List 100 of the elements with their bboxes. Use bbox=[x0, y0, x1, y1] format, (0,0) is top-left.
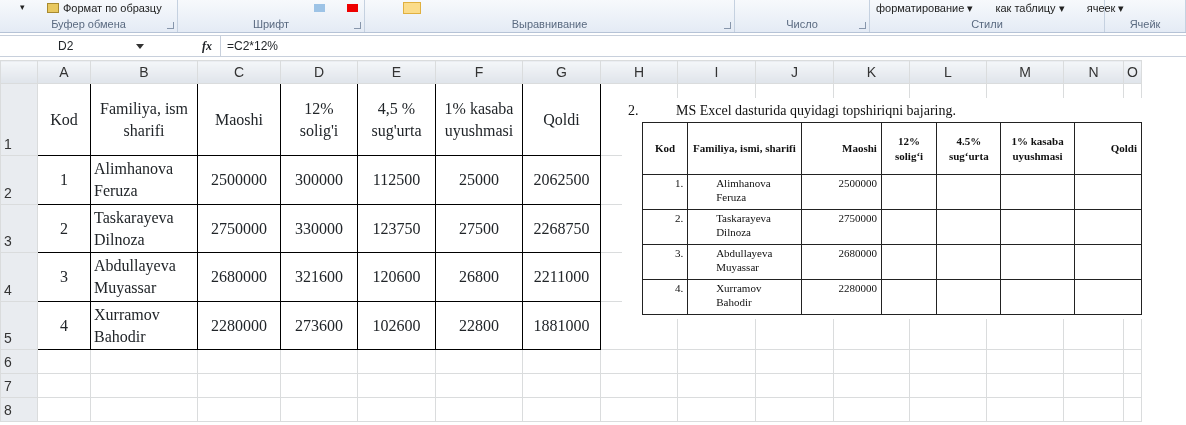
row-header[interactable]: 3 bbox=[0, 204, 38, 253]
table-cell: 2280000 bbox=[801, 279, 882, 315]
column-heading: Kod bbox=[37, 83, 91, 156]
column-header[interactable]: K bbox=[833, 60, 910, 84]
table-cell: 4 bbox=[37, 301, 91, 350]
column-heading: Familiya, ismi, sharifi bbox=[687, 122, 802, 175]
table-cell: 102600 bbox=[357, 301, 436, 350]
table-cell: 321600 bbox=[280, 252, 358, 302]
table-cell: 1 bbox=[37, 155, 91, 205]
column-header[interactable]: I bbox=[677, 60, 756, 84]
table-cell: 25000 bbox=[435, 155, 523, 205]
column-header[interactable]: C bbox=[197, 60, 281, 84]
table-cell: 330000 bbox=[280, 204, 358, 253]
column-header[interactable]: L bbox=[909, 60, 987, 84]
column-header[interactable]: H bbox=[600, 60, 678, 84]
table-cell: 123750 bbox=[357, 204, 436, 253]
column-header[interactable]: M bbox=[986, 60, 1064, 84]
table-cell: 2500000 bbox=[801, 174, 882, 210]
table-cell: Xurramov Bahodir bbox=[687, 279, 802, 315]
table-cell: 3. bbox=[642, 244, 688, 280]
column-header[interactable]: D bbox=[280, 60, 358, 84]
column-header[interactable]: E bbox=[357, 60, 436, 84]
group-label: Буфер обмена bbox=[51, 18, 126, 30]
table-cell: 300000 bbox=[280, 155, 358, 205]
group-label: Число bbox=[786, 18, 818, 30]
row-header[interactable]: 6 bbox=[0, 349, 38, 374]
table-cell: 2. bbox=[642, 209, 688, 245]
table-cell: Taskarayeva Dilnoza bbox=[90, 204, 198, 253]
column-heading: 4.5% sug‘urta bbox=[936, 122, 1001, 175]
column-header[interactable]: J bbox=[755, 60, 834, 84]
table-cell: Alimhanova Feruza bbox=[687, 174, 802, 210]
table-cell: 2268750 bbox=[522, 204, 601, 253]
table-cell: 273600 bbox=[280, 301, 358, 350]
group-label: Стили bbox=[971, 18, 1003, 30]
column-heading: Qoldi bbox=[522, 83, 601, 156]
table-cell: 2 bbox=[37, 204, 91, 253]
table-cell: 1881000 bbox=[522, 301, 601, 350]
dialog-launcher-icon[interactable] bbox=[859, 22, 866, 29]
row-header[interactable]: 4 bbox=[0, 252, 38, 302]
column-heading: 1% kasaba uyushmasi bbox=[435, 83, 523, 156]
table-cell: Taskarayeva Dilnoza bbox=[687, 209, 802, 245]
column-heading: Maoshi bbox=[801, 122, 882, 175]
table-cell: 2062500 bbox=[522, 155, 601, 205]
table-cell: 2680000 bbox=[197, 252, 281, 302]
column-heading: Maoshi bbox=[197, 83, 281, 156]
table-cell: 26800 bbox=[435, 252, 523, 302]
group-label: Выравнивание bbox=[511, 18, 588, 30]
ribbon-button[interactable]: как таблицу ▾ bbox=[995, 0, 1065, 17]
table-cell: Abdullayeva Muyassar bbox=[687, 244, 802, 280]
row-header[interactable]: 2 bbox=[0, 155, 38, 205]
instruction-text: MS Excel dasturida quyidagi topshiriqni bajaring. bbox=[676, 101, 956, 120]
column-heading: 12% solig‘i bbox=[881, 122, 937, 175]
name-box[interactable]: D2 bbox=[0, 37, 150, 55]
dialog-launcher-icon[interactable] bbox=[167, 22, 174, 29]
column-heading: Qoldi bbox=[1074, 122, 1142, 175]
column-heading: 4,5 % sug'urta bbox=[357, 83, 436, 156]
caret-icon[interactable]: ▾ bbox=[20, 1, 25, 15]
fill-color-icon[interactable] bbox=[314, 4, 325, 12]
table-cell: 2750000 bbox=[197, 204, 281, 253]
row-header[interactable]: 8 bbox=[0, 397, 38, 422]
caret-icon[interactable] bbox=[136, 43, 144, 49]
table-cell: 2500000 bbox=[197, 155, 281, 205]
table-cell: 3 bbox=[37, 252, 91, 302]
row-header[interactable]: 5 bbox=[0, 301, 38, 350]
column-header[interactable]: N bbox=[1063, 60, 1124, 84]
table-cell: 120600 bbox=[357, 252, 436, 302]
row-header[interactable]: 1 bbox=[0, 83, 38, 156]
group-label: Шрифт bbox=[252, 18, 290, 30]
table-cell: 4. bbox=[642, 279, 688, 315]
table-cell: 2211000 bbox=[522, 252, 601, 302]
column-heading: 12% solig'i bbox=[280, 83, 358, 156]
table-cell: 2280000 bbox=[197, 301, 281, 350]
group-label: Ячейк bbox=[1129, 18, 1161, 30]
table-cell: Alimhanova Feruza bbox=[90, 155, 198, 205]
table-cell: 1. bbox=[642, 174, 688, 210]
ribbon-button[interactable]: форматирование ▾ bbox=[876, 0, 974, 17]
dialog-launcher-icon[interactable] bbox=[724, 22, 731, 29]
list-number: 2. bbox=[628, 101, 640, 120]
column-heading: Familiya, ism sharifi bbox=[90, 83, 198, 156]
table-cell: Abdullayeva Muyassar bbox=[90, 252, 198, 302]
formula-field[interactable]: =C2*12% bbox=[220, 36, 1186, 56]
column-heading: Kod bbox=[642, 122, 688, 175]
table-cell: 2680000 bbox=[801, 244, 882, 280]
table-cell: 112500 bbox=[357, 155, 436, 205]
table-cell: Xurramov Bahodir bbox=[90, 301, 198, 350]
column-header[interactable]: B bbox=[90, 60, 198, 84]
column-header[interactable]: A bbox=[37, 60, 91, 84]
table-cell: 2750000 bbox=[801, 209, 882, 245]
dialog-launcher-icon[interactable] bbox=[354, 22, 361, 29]
ribbon-button[interactable]: ячеек ▾ bbox=[1086, 0, 1125, 17]
column-header[interactable]: G bbox=[522, 60, 601, 84]
cell-reference: D2 bbox=[58, 38, 74, 55]
format-painter-button[interactable]: Формат по образцу bbox=[63, 0, 162, 17]
row-header[interactable]: 7 bbox=[0, 373, 38, 398]
insert-function-button[interactable]: fx bbox=[202, 37, 212, 55]
column-heading: 1% kasaba uyushmasi bbox=[1000, 122, 1075, 175]
table-cell: 27500 bbox=[435, 204, 523, 253]
font-color-icon[interactable] bbox=[347, 4, 358, 12]
column-header[interactable]: F bbox=[435, 60, 523, 84]
table-cell: 22800 bbox=[435, 301, 523, 350]
